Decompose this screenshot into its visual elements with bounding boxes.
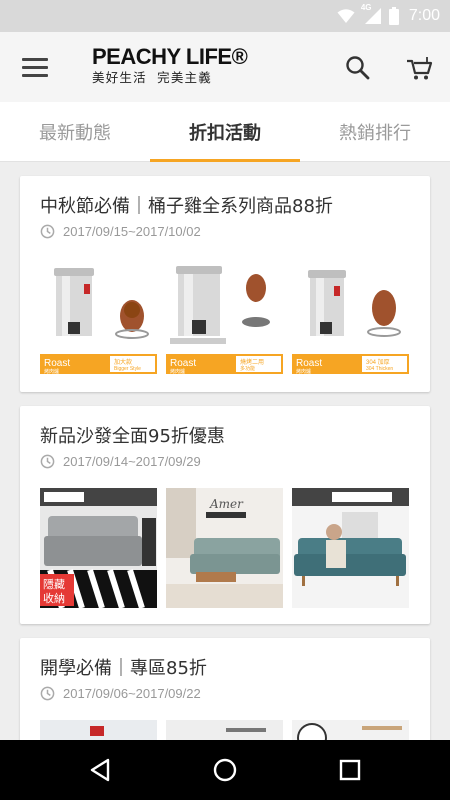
menu-icon-bar [22,58,48,61]
product-thumbnail[interactable]: Roast 烤肉爐 燒烤二用 多功能 [166,258,283,378]
svg-text:Amer: Amer [209,497,244,511]
svg-text:加大款: 加大款 [114,358,132,366]
status-icons: 4G 7:00 [337,3,440,26]
svg-text:隱藏: 隱藏 [43,577,65,591]
product-thumbnail[interactable]: Roast 烤肉爐 304 加厚 304 Thicken [292,258,409,378]
status-bar: 4G 7:00 [0,0,450,32]
back-icon [90,758,110,782]
promo-date: 2017/09/06~2017/09/22 [40,686,201,701]
promo-date-text: 2017/09/15~2017/10/02 [63,224,201,239]
roaster-image: Roast 烤肉爐 304 加厚 304 Thicken [292,258,409,378]
svg-text:304 加厚: 304 加厚 [366,358,390,366]
system-nav-bar [0,740,450,800]
recents-button[interactable] [336,756,364,784]
roaster-image: Roast 烤肉爐 加大款 Bigger Style [40,258,157,378]
product-thumbnail[interactable]: Amer [166,488,283,608]
logo[interactable]: PEACHY LIFE® 美好生活 完美主義 [92,45,252,91]
svg-text:Roast: Roast [296,358,322,369]
app-bar: PEACHY LIFE® 美好生活 完美主義 [0,32,450,102]
status-time: 7:00 [408,7,440,24]
logo-subtitle: 美好生活 完美主義 [92,70,212,85]
promo-card[interactable]: 中秋節必備｜桶子雞全系列商品88折 2017/09/15~2017/10/02 … [20,176,430,392]
cart-icon [407,57,433,80]
svg-text:烤肉爐: 烤肉爐 [296,368,311,375]
svg-text:烤肉爐: 烤肉爐 [170,368,185,375]
svg-text:收納: 收納 [43,591,65,605]
back-button[interactable] [86,756,114,784]
svg-text:Bigger Style: Bigger Style [114,366,141,372]
svg-text:304 Thicken: 304 Thicken [366,366,393,372]
home-icon [213,758,237,782]
menu-button[interactable] [18,54,52,80]
tab-active-indicator [150,159,300,162]
svg-text:燒烤二用: 燒烤二用 [240,358,264,366]
wifi-icon [337,9,355,23]
promo-title: 新品沙發全面95折優惠 [40,426,225,447]
network-type: 4G [360,3,372,12]
tab-bar: 最新動態 折扣活動 熱銷排行 [0,102,450,162]
promo-title: 開學必備｜專區85折 [40,658,207,679]
menu-icon-bar [22,74,48,77]
cellular-icon: 4G [361,3,383,25]
logo-title: PEACHY LIFE® [92,44,248,69]
product-thumbnail[interactable] [292,488,409,608]
promo-thumbnails: Roast 烤肉爐 加大款 Bigger Style Roast 烤肉爐 燒烤二… [40,258,410,378]
product-thumbnail[interactable]: Roast 烤肉爐 加大款 Bigger Style [40,258,157,378]
home-button[interactable] [211,756,239,784]
svg-text:Roast: Roast [170,358,196,369]
promo-card[interactable]: 新品沙發全面95折優惠 2017/09/14~2017/09/29 隱藏 收納 [20,406,430,624]
cart-button[interactable] [404,54,434,82]
promo-thumbnails: 隱藏 收納 Amer [40,488,410,608]
roaster-image: Roast 烤肉爐 燒烤二用 多功能 [166,258,283,378]
recents-icon [339,759,361,781]
sofa-image: 隱藏 收納 [40,488,157,608]
tab-discounts[interactable]: 折扣活動 [150,102,300,162]
promo-title: 中秋節必備｜桶子雞全系列商品88折 [40,196,333,217]
promo-date: 2017/09/14~2017/09/29 [40,454,201,469]
sofa-image: Amer [166,488,283,608]
clock-icon [40,224,55,239]
svg-text:烤肉爐: 烤肉爐 [44,368,59,375]
sofa-image [292,488,409,608]
svg-text:多功能: 多功能 [240,365,255,372]
product-thumbnail[interactable]: 隱藏 收納 [40,488,157,608]
tab-latest-news[interactable]: 最新動態 [0,102,150,162]
clock-icon [40,686,55,701]
promo-date-text: 2017/09/14~2017/09/29 [63,454,201,469]
search-icon [346,56,370,80]
menu-icon-bar [22,66,48,69]
clock-icon [40,454,55,469]
promo-date: 2017/09/15~2017/10/02 [40,224,201,239]
battery-icon [388,7,399,25]
tab-best-sellers[interactable]: 熱銷排行 [300,102,450,162]
promo-date-text: 2017/09/06~2017/09/22 [63,686,201,701]
search-button[interactable] [344,54,372,82]
roast-label: Roast [44,358,70,369]
